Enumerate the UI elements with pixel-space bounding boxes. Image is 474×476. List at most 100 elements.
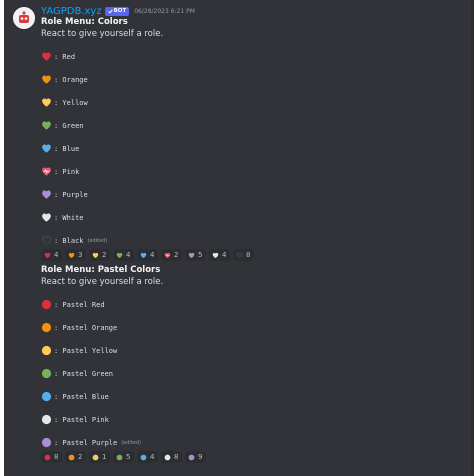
role-label: : Pastel Orange [54,323,118,332]
pastel-reaction-bar: 8 2 1 5 4 8 9 [41,451,206,463]
pastel-menu-title: Role Menu: Pastel Colors [41,265,161,275]
role-label: : Pastel Purple [54,438,118,447]
edited-marker: (edited) [87,237,108,244]
bot-badge-label: BOT [113,8,127,14]
colors-menu-title: Role Menu: Colors [41,17,128,27]
role-label: : Blue [54,144,80,153]
role-label: : Pastel Blue [54,392,109,401]
purple-circle-icon [41,437,52,448]
role-label: : Red [54,52,76,61]
green-circle-icon [41,368,52,379]
red-heart-icon [42,52,51,61]
green-heart-icon [42,121,51,130]
white-heart-icon [42,213,51,222]
reaction-count: 4 [126,251,131,259]
role-option: : Red [41,50,75,63]
role-option: : Pastel Red [41,298,105,311]
black-heart-icon [41,236,52,245]
chat-area: YAGPDB.xyz BOT 06/28/2023 6:21 PM Role M… [4,0,474,476]
white-heart-icon [212,252,219,258]
blue-heart-icon [140,252,147,258]
role-label: : Yellow [54,98,88,107]
role-label: : Pastel Pink [54,415,109,424]
colors-reaction-bar: 4 3 2 4 4 2 5 4 8 [41,249,254,261]
reaction-button[interactable]: 4 [209,249,230,261]
purple-circle-icon [188,454,195,460]
reaction-button[interactable]: 3 [65,249,86,261]
reaction-button[interactable]: 5 [185,249,206,261]
reaction-button[interactable]: 4 [137,451,158,463]
role-option: : Pastel Green [41,367,113,380]
reaction-count: 8 [174,453,179,461]
role-option: : Pastel Blue [41,390,109,403]
reaction-count: 1 [102,453,107,461]
bot-avatar[interactable] [13,7,35,29]
reaction-button[interactable]: 2 [65,451,86,463]
reaction-button[interactable]: 8 [41,451,62,463]
role-label: : Orange [54,75,88,84]
edited-marker: (edited) [121,439,141,446]
heartbeat-icon [42,167,51,176]
heartbeat-icon [164,252,171,258]
role-option: : Orange [41,73,88,86]
role-option: : Pink [41,165,79,178]
bot-badge: BOT [104,7,130,16]
yellow-circle-icon [92,454,99,460]
role-label: : White [54,213,84,222]
reaction-count: 8 [246,251,251,259]
role-option: : Pastel Yellow [41,344,117,357]
reaction-count: 2 [78,453,83,461]
reaction-button[interactable]: 4 [41,249,62,261]
yellow-heart-icon [92,252,99,258]
reaction-count: 9 [198,453,203,461]
reaction-count: 2 [102,251,107,259]
role-label: : Green [54,121,84,130]
role-option: : Purple [41,188,88,201]
colors-menu-subtitle: React to give yourself a role. [41,29,164,39]
bot-username[interactable]: YAGPDB.xyz [41,6,102,18]
role-option: : Yellow [41,96,88,109]
role-option: : Pastel Orange [41,321,117,334]
blue-heart-icon [42,144,51,153]
reaction-count: 3 [78,251,83,259]
reaction-count: 2 [174,251,179,259]
black-heart-icon [236,252,243,258]
purple-heart-icon [188,252,195,258]
role-label: : Pink [54,167,80,176]
green-circle-icon [116,454,123,460]
reaction-count: 5 [126,453,131,461]
blue-circle-icon [140,454,147,460]
reaction-count: 8 [54,453,59,461]
reaction-button[interactable]: 1 [89,451,110,463]
robot-face-icon [13,7,35,29]
verified-check-icon [107,9,113,14]
reaction-button[interactable]: 4 [113,249,134,261]
reaction-button[interactable]: 2 [89,249,110,261]
white-circle-icon [164,454,171,460]
orange-heart-icon [42,75,51,84]
pastel-menu-subtitle: React to give yourself a role. [41,277,164,287]
reaction-count: 4 [150,453,155,461]
role-label: : Pastel Red [54,300,105,309]
orange-circle-icon [41,322,52,333]
purple-heart-icon [42,190,51,199]
role-option: : Black (edited) [41,234,107,247]
reaction-button[interactable]: 5 [113,451,134,463]
reaction-count: 4 [54,251,59,259]
reaction-button[interactable]: 2 [161,249,182,261]
role-label: : Purple [54,190,88,199]
red-heart-icon [44,252,51,258]
red-circle-icon [44,454,51,460]
yellow-circle-icon [41,345,52,356]
reaction-button[interactable]: 8 [161,451,182,463]
reaction-button[interactable]: 8 [233,249,254,261]
reaction-button[interactable]: 4 [137,249,158,261]
role-label: : Black [54,236,84,245]
reaction-count: 4 [150,251,155,259]
reaction-button[interactable]: 9 [185,451,206,463]
green-heart-icon [116,252,123,258]
role-option: : Blue [41,142,79,155]
role-option: : Pastel Purple (edited) [41,436,141,449]
role-label: : Pastel Yellow [54,346,118,355]
blue-circle-icon [41,391,52,402]
